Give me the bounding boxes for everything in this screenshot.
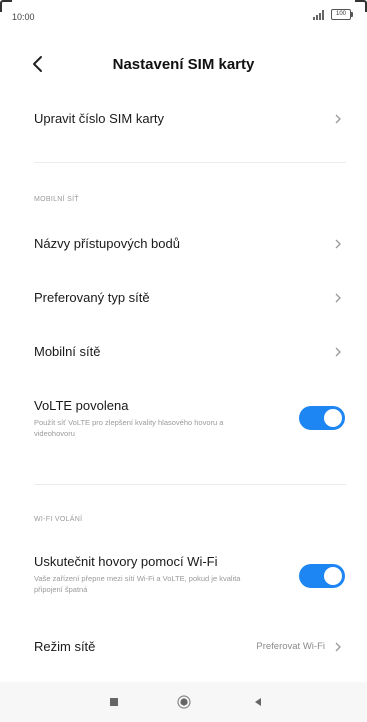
toggle-knob [324,409,342,427]
wifi-calling-description: Vaše zařízení přepne mezi sítí Wi-Fi a V… [34,574,241,594]
divider [34,484,346,485]
battery-icon: 100 [331,9,353,20]
divider [34,162,346,163]
chevron-right-icon [335,293,341,303]
volte-description: Použít síť VoLTE pro zlepšení kvality hl… [34,418,224,438]
network-type-label: Preferovaný typ sítě [34,290,150,305]
volte-label: VoLTE povolena [34,398,129,413]
system-navigation-bar [0,682,367,722]
circle-home-icon[interactable] [176,694,192,710]
chevron-right-icon [335,642,341,652]
sim-settings-screen: 10:00 100 Nastavení SIM karty Upravit čí… [0,0,367,722]
apn-label: Názvy přístupových bodů [34,236,180,251]
signal-icon [313,9,324,20]
network-mode-row[interactable]: Režim sítě Preferovat Wi-Fi [0,628,367,666]
section-header-mobile-network: MOBILNÍ SÍŤ [34,196,79,203]
wifi-calling-toggle[interactable] [299,564,345,588]
triangle-back-icon[interactable] [250,694,266,710]
network-mode-label: Režim sítě [34,639,96,654]
status-time: 10:00 [12,12,35,22]
edit-sim-number-label: Upravit číslo SIM karty [34,111,165,126]
section-header-wifi-calling: WI-FI VOLÁNÍ [34,516,83,523]
wifi-calling-label: Uskutečnit hovory pomocí Wi-Fi [34,554,218,569]
edit-sim-number-row[interactable]: Upravit číslo SIM karty [0,100,367,138]
chevron-right-icon [335,114,341,124]
square-icon[interactable] [106,694,122,710]
wifi-calling-row: Uskutečnit hovory pomocí Wi-Fi Vaše zaří… [0,546,367,606]
chevron-right-icon [335,239,341,249]
volte-toggle[interactable] [299,406,345,430]
network-type-row[interactable]: Preferovaný typ sítě [0,279,367,317]
toggle-knob [324,567,342,585]
page-title: Nastavení SIM karty [112,56,255,73]
status-bar: 10:00 100 [0,0,367,28]
volte-row: VoLTE povolena Použít síť VoLTE pro zlep… [0,390,367,450]
status-right: 100 [313,9,353,20]
app-header: Nastavení SIM karty [0,44,367,84]
mobile-networks-label: Mobilní sítě [34,344,101,359]
apn-row[interactable]: Názvy přístupových bodů [0,225,367,263]
chevron-right-icon [335,347,341,357]
network-mode-value: Preferovat Wi-Fi [256,641,325,652]
mobile-networks-row[interactable]: Mobilní sítě [0,333,367,371]
